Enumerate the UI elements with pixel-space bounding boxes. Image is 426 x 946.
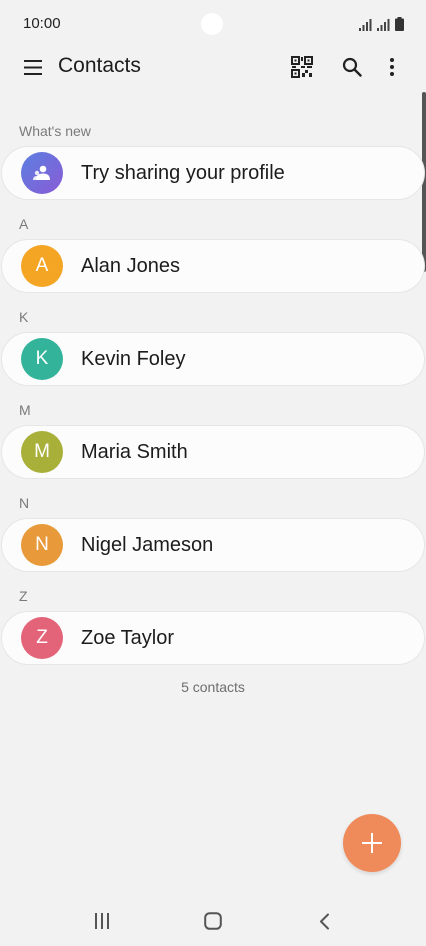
qr-code-button[interactable] <box>288 53 316 81</box>
home-icon <box>204 912 222 930</box>
home-button[interactable] <box>199 908 227 934</box>
status-icons <box>359 15 404 31</box>
qr-code-icon <box>291 56 313 78</box>
status-time: 10:00 <box>23 15 61 32</box>
signal-icon <box>359 19 372 31</box>
back-icon <box>319 913 329 929</box>
avatar: K <box>21 338 63 380</box>
back-button[interactable] <box>310 908 338 934</box>
avatar: Z <box>21 617 63 659</box>
navigation-bar <box>0 896 426 946</box>
signal-icon <box>377 19 390 31</box>
avatar: N <box>21 524 63 566</box>
plus-icon <box>362 833 382 853</box>
page-title: Contacts <box>58 54 141 77</box>
contact-name: Nigel Jameson <box>81 534 214 556</box>
scrollbar[interactable] <box>422 92 426 272</box>
more-options-button[interactable] <box>380 53 404 81</box>
add-contact-button[interactable] <box>343 814 401 872</box>
contact-name: Zoe Taylor <box>81 627 175 649</box>
section-letter: K <box>19 309 29 325</box>
contact-item[interactable]: M Maria Smith <box>2 426 424 478</box>
contact-count: 5 contacts <box>181 679 245 695</box>
search-button[interactable] <box>338 53 366 81</box>
contact-name: Kevin Foley <box>81 348 186 370</box>
whats-new-header: What's new <box>19 123 91 139</box>
battery-icon <box>395 17 404 31</box>
contact-name: Alan Jones <box>81 255 180 277</box>
avatar: M <box>21 431 63 473</box>
share-profile-label: Try sharing your profile <box>81 162 285 184</box>
section-letter: M <box>19 402 31 418</box>
contact-item[interactable]: K Kevin Foley <box>2 333 424 385</box>
section-letter: A <box>19 216 29 232</box>
status-bar: 10:00 <box>0 0 426 48</box>
section-letter: Z <box>19 588 28 604</box>
contact-name: Maria Smith <box>81 441 188 463</box>
recent-apps-icon <box>95 913 109 929</box>
people-icon <box>33 165 50 180</box>
contact-item[interactable]: Z Zoe Taylor <box>2 612 424 664</box>
app-bar: Contacts <box>0 48 426 86</box>
profile-share-avatar <box>21 152 63 194</box>
search-icon <box>342 57 362 77</box>
contact-item[interactable]: A Alan Jones <box>2 240 424 292</box>
more-options-icon <box>390 58 394 76</box>
menu-icon <box>24 59 42 75</box>
avatar: A <box>21 245 63 287</box>
camera-cutout <box>201 13 223 35</box>
share-profile-card[interactable]: Try sharing your profile <box>2 147 424 199</box>
recent-apps-button[interactable] <box>88 908 116 934</box>
contact-item[interactable]: N Nigel Jameson <box>2 519 424 571</box>
menu-button[interactable] <box>20 54 46 80</box>
section-letter: N <box>19 495 30 511</box>
